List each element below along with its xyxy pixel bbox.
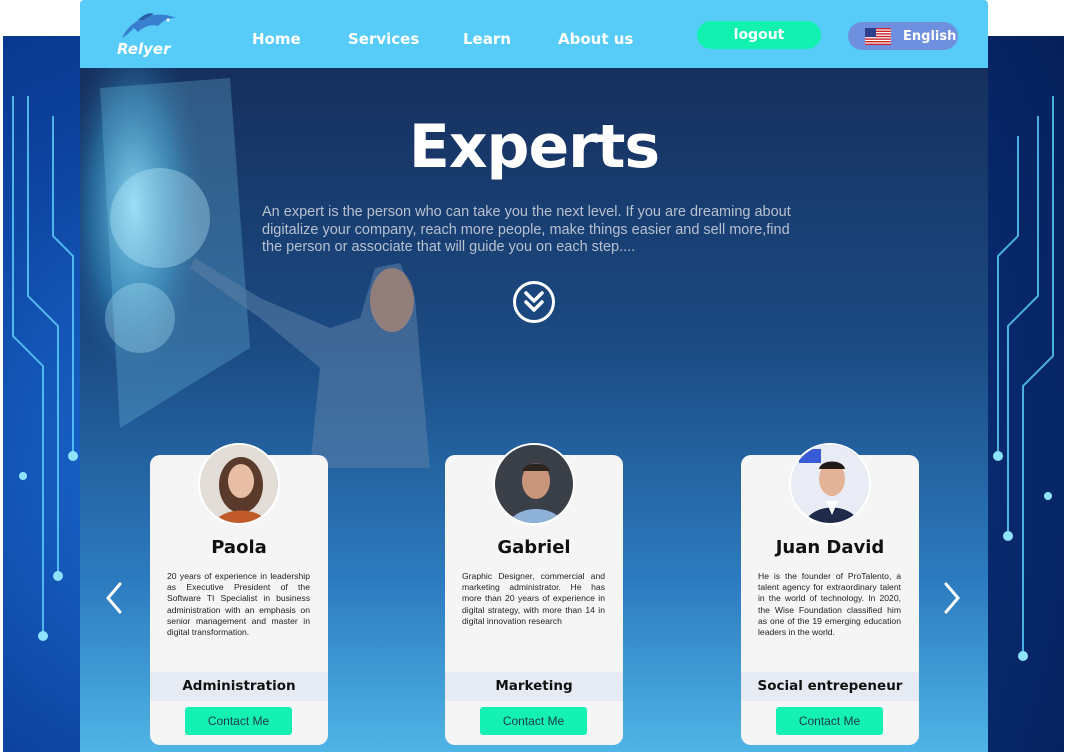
chevron-right-icon [944,582,960,614]
hero-section: Experts An expert is the person who can … [80,68,988,752]
expert-bio: Graphic Designer, commercial and marketi… [462,571,605,626]
us-flag-icon [865,28,891,49]
contact-me-button[interactable]: Contact Me [776,707,883,735]
expert-name: Paola [211,537,267,558]
expert-role: Administration [150,672,328,701]
language-selector[interactable]: English [848,22,958,50]
contact-me-button[interactable]: Contact Me [185,707,292,735]
logo-text: Relyer [117,40,171,58]
scroll-down-button[interactable] [513,281,555,323]
double-chevron-down-icon [524,291,544,312]
nav-home-link[interactable]: Home [252,30,301,48]
main-frame: Relyer Home Services Learn About us logo… [80,0,988,752]
nav-about-link[interactable]: About us [558,30,633,48]
avatar [198,443,280,525]
expert-card: Gabriel Graphic Designer, commercial and… [445,443,623,745]
contact-me-button[interactable]: Contact Me [480,707,587,735]
expert-name: Juan David [775,537,885,558]
carousel-next-button[interactable] [942,582,962,619]
navbar: Relyer Home Services Learn About us logo… [80,0,988,68]
expert-role: Marketing [445,672,623,701]
nav-learn-link[interactable]: Learn [463,30,511,48]
expert-bio: 20 years of experience in leadership as … [167,571,310,638]
expert-bio: He is the founder of ProTalento, a talen… [758,571,901,638]
expert-role: Social entrepeneur [741,672,919,701]
page-title: Experts [408,112,660,182]
avatar [789,443,871,525]
expert-card: Paola 20 years of experience in leadersh… [150,443,328,745]
expert-card: Juan David He is the founder of ProTalen… [741,443,919,745]
carousel-prev-button[interactable] [104,582,124,619]
expert-name: Gabriel [497,537,571,558]
chevron-left-icon [106,582,122,614]
logout-button[interactable]: logout [697,21,821,49]
hero-description: An expert is the person who can take you… [262,204,791,255]
language-label: English [903,29,957,44]
nav-services-link[interactable]: Services [348,30,419,48]
avatar [493,443,575,525]
